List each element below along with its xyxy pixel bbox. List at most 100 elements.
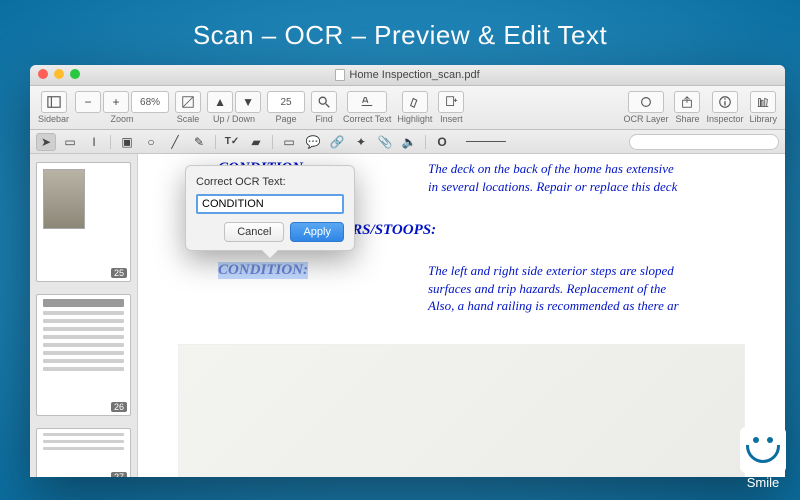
close-icon[interactable] [38,69,48,79]
ocr-layer-icon [639,95,653,109]
crop-tool-button[interactable]: ▣ [117,133,137,151]
callout-icon: ▭ [283,136,294,148]
select-tool-button[interactable]: ▭ [60,133,80,151]
sidebar-toggle-group: Sidebar [38,91,69,124]
page-up-button[interactable]: ▲ [207,91,233,113]
page-thumbnail[interactable]: 26 [36,294,131,416]
minimize-icon[interactable] [54,69,64,79]
sidebar-toggle-button[interactable] [41,91,67,113]
headline: Scan – OCR – Preview & Edit Text [0,20,800,51]
ocr-layer-label: OCR Layer [623,114,668,124]
share-group: Share [674,91,700,124]
library-button[interactable] [750,91,776,113]
marker-icon: ▰ [251,136,260,148]
page-down-button[interactable]: ▼ [235,91,261,113]
body-text: The left and right side exterior steps a… [428,262,679,315]
link-icon: 🔗 [330,136,345,148]
brand-label: Smile [747,475,780,490]
find-button[interactable] [311,91,337,113]
toolbar-search-field[interactable] [629,134,779,150]
correct-text-group: Correct Text [343,91,391,124]
link-tool-button[interactable]: 🔗 [327,133,347,151]
correct-text-label: Correct Text [343,114,391,124]
note-icon: ✎ [194,136,204,148]
cursor-icon: ➤ [41,136,51,148]
record-tool-button[interactable]: O [432,133,452,151]
sound-icon: 🔈 [402,136,417,148]
content-area: 25 26 27 CONDITION: The deck on the [30,154,785,477]
library-icon [756,95,770,109]
scale-group: Scale [175,91,201,124]
find-label: Find [315,114,333,124]
scale-label: Scale [177,114,200,124]
thumbnail-page-number: 27 [111,472,127,477]
callout-tool-button[interactable]: ▭ [279,133,299,151]
section-label-condition-selected[interactable]: CONDITION: [218,262,308,279]
highlight-tool-button[interactable]: ▰ [246,133,266,151]
library-label: Library [749,114,777,124]
page-thumbnail[interactable]: 25 [36,162,131,282]
main-toolbar: Sidebar − + 68% Zoom Scale ▲ ▼ [30,86,785,130]
correct-text-button[interactable] [347,91,387,113]
correct-text-icon [360,95,374,109]
speech-icon: 💬 [306,136,321,148]
note-tool-button[interactable]: ✎ [189,133,209,151]
zoom-in-button[interactable]: + [103,91,129,113]
zoom-out-button[interactable]: − [75,91,101,113]
edit-toolbar: ➤ ▭ I ▣ ○ ╱ ✎ T✓ ▰ ▭ 💬 🔗 ✦ 📎 🔈 O [30,130,785,154]
text-icon: I [92,136,95,148]
thumbnail-sidebar[interactable]: 25 26 27 [30,154,138,477]
stroke-line-icon [466,141,506,142]
find-group: Find [311,91,337,124]
ocr-layer-group: OCR Layer [623,91,668,124]
line-icon: ╱ [171,136,178,148]
ocr-text-input[interactable] [196,194,344,214]
stamp-tool-button[interactable]: ✦ [351,133,371,151]
inspector-button[interactable] [712,91,738,113]
zoom-window-icon[interactable] [70,69,80,79]
zoom-label: Zoom [111,114,134,124]
toolbar-separator [110,135,111,149]
toolbar-separator [425,135,426,149]
highlight-icon [408,95,422,109]
zoom-value-field[interactable]: 68% [131,91,169,113]
popover-title: Correct OCR Text: [196,176,344,188]
sidebar-icon [47,95,61,109]
page-number-field[interactable]: 25 [267,91,305,113]
inspector-label: Inspector [706,114,743,124]
share-button[interactable] [674,91,700,113]
thumbnail-page-number: 25 [111,268,127,278]
ocr-layer-button[interactable] [628,91,664,113]
insert-icon [444,95,458,109]
highlight-button[interactable] [402,91,428,113]
tv-icon: T✓ [225,137,240,147]
updown-label: Up / Down [213,114,255,124]
apply-button[interactable]: Apply [290,222,344,242]
rect-icon: ▣ [121,136,132,148]
cancel-button[interactable]: Cancel [224,222,284,242]
line-tool-button[interactable]: ╱ [165,133,185,151]
toolbar-separator [272,135,273,149]
circle-tool-button[interactable]: ○ [141,133,161,151]
brand-logo: Smile [740,427,786,490]
tv-tool-button[interactable]: T✓ [222,133,242,151]
cursor-tool-button[interactable]: ➤ [36,133,56,151]
page-thumbnail[interactable]: 27 [36,428,131,477]
thumbnail-photo [43,169,85,229]
paperclip-icon: 📎 [378,136,393,148]
circle-icon: ○ [147,136,154,148]
sound-tool-button[interactable]: 🔈 [399,133,419,151]
attach-tool-button[interactable]: 📎 [375,133,395,151]
body-text: The deck on the back of the home has ext… [428,160,677,195]
stroke-weight-button[interactable] [456,133,516,151]
text-tool-button[interactable]: I [84,133,104,151]
correct-ocr-popover: Correct OCR Text: Cancel Apply [185,165,355,251]
plus-icon: + [113,96,120,108]
stamp-icon: ✦ [356,136,366,148]
speech-tool-button[interactable]: 💬 [303,133,323,151]
chevron-down-icon: ▼ [242,96,254,108]
insert-button[interactable] [438,91,464,113]
smile-logo-icon [740,427,786,473]
scale-button[interactable] [175,91,201,113]
app-window: Home Inspection_scan.pdf Sidebar − + 68%… [30,65,785,477]
